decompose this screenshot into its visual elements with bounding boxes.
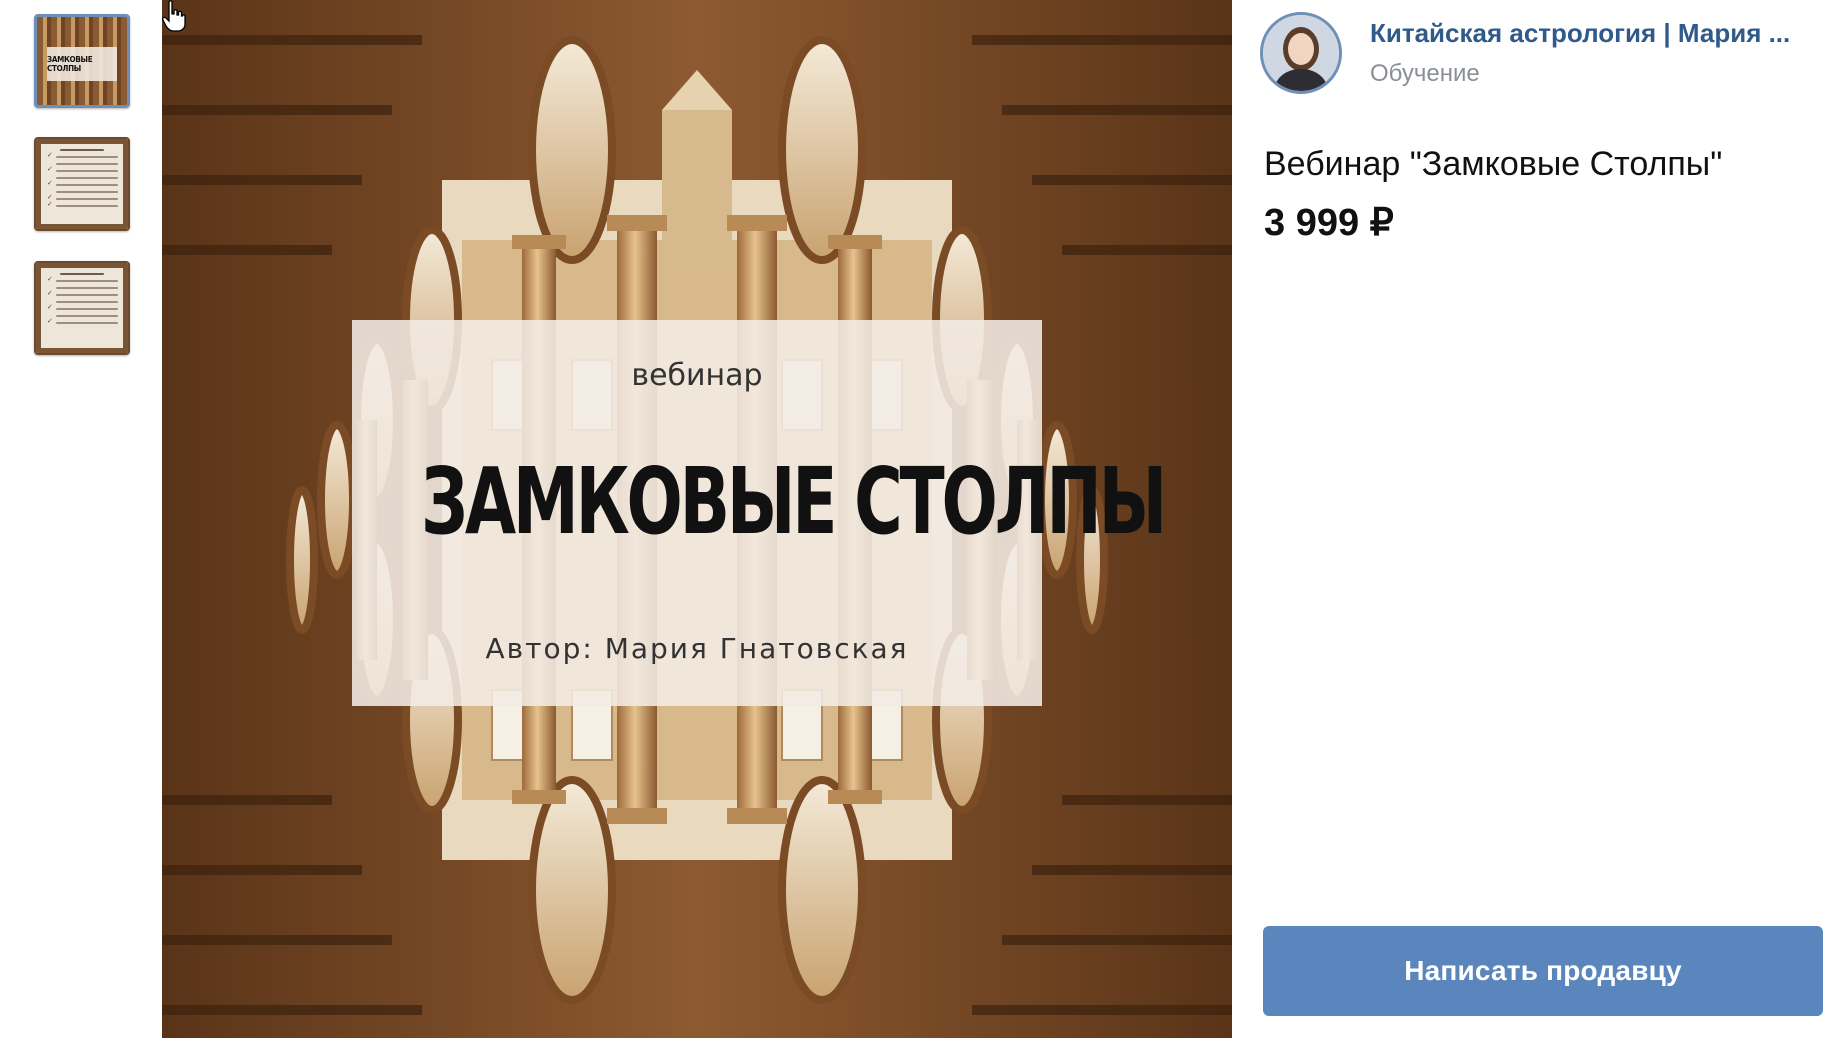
seller-name-link[interactable]: Китайская астрология | Мария ...: [1370, 18, 1790, 49]
cover-subtitle: вебинар: [631, 358, 763, 393]
hand-cursor-icon: [162, 0, 186, 32]
thumbnail-card: ЗАМКОВЫЕ СТОЛПЫ: [47, 47, 117, 81]
product-price: 3 999 ₽: [1264, 202, 1394, 244]
product-info-panel: Китайская астрология | Мария ... Обучени…: [1232, 0, 1847, 1038]
person-icon: [1263, 15, 1339, 91]
product-main-image[interactable]: вебинар ЗАМКОВЫЕ СТОЛПЫ Автор: Мария Гна…: [162, 0, 1232, 1038]
thumbnail-3[interactable]: [34, 261, 130, 355]
thumbnail-document: [41, 144, 123, 224]
seller-category: Обучение: [1370, 60, 1480, 87]
cover-author: Автор: Мария Гнатовская: [485, 632, 909, 665]
thumbnail-strip: ЗАМКОВЫЕ СТОЛПЫ: [0, 0, 162, 1038]
seller-avatar[interactable]: [1260, 12, 1342, 94]
thumbnail-document: [41, 268, 123, 348]
cover-title: ЗАМКОВЫЕ СТОЛПЫ: [421, 448, 1167, 555]
thumbnail-2[interactable]: [34, 137, 130, 231]
cover-text-card: вебинар ЗАМКОВЫЕ СТОЛПЫ Автор: Мария Гна…: [352, 320, 1167, 706]
product-title: Вебинар "Замковые Столпы": [1264, 145, 1723, 183]
thumbnail-label: ЗАМКОВЫЕ СТОЛПЫ: [47, 55, 93, 73]
thumbnail-1[interactable]: ЗАМКОВЫЕ СТОЛПЫ: [34, 14, 130, 108]
contact-seller-button[interactable]: Написать продавцу: [1263, 926, 1823, 1016]
